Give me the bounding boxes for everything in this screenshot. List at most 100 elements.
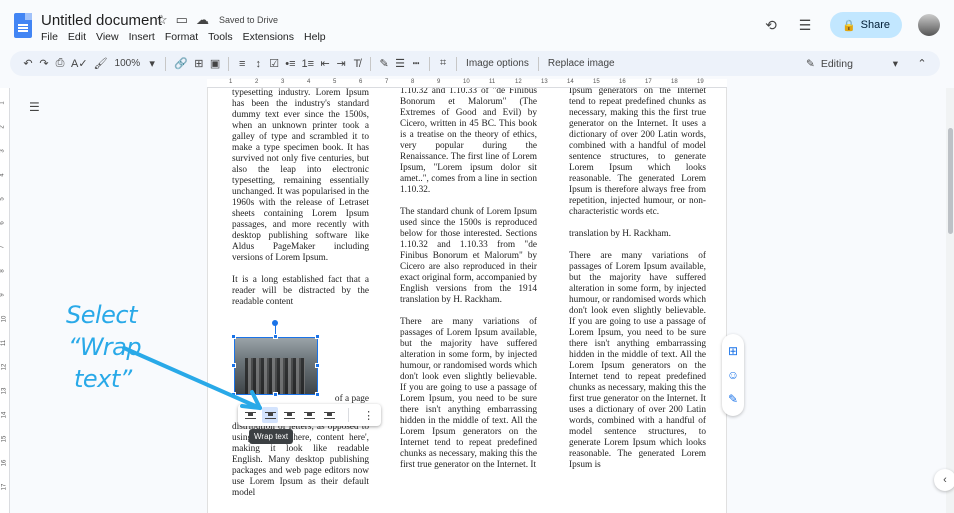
docs-logo-icon[interactable] <box>14 13 32 38</box>
add-comment-icon[interactable]: ⊞ <box>191 55 207 73</box>
ruler-number: 18 <box>671 79 678 85</box>
menu-view[interactable]: View <box>96 31 119 43</box>
pencil-icon: ✎ <box>806 57 815 70</box>
resize-handle[interactable] <box>273 392 278 397</box>
ruler-number: 11 <box>489 79 496 85</box>
menu-tools[interactable]: Tools <box>208 31 233 43</box>
ruler-number: 8 <box>0 269 6 273</box>
menu-edit[interactable]: Edit <box>68 31 86 43</box>
increase-indent-icon[interactable]: ⇥ <box>333 55 349 73</box>
ruler-number: 16 <box>1 459 8 467</box>
behind-text-icon[interactable] <box>301 407 318 423</box>
crop-icon[interactable]: ⌗ <box>435 55 451 73</box>
toolbar-divider <box>165 56 167 71</box>
resize-handle[interactable] <box>315 334 320 339</box>
bulleted-list-icon[interactable]: •≡ <box>282 55 298 73</box>
ruler-number: 16 <box>619 79 626 85</box>
document-title[interactable]: Untitled document <box>41 12 162 29</box>
ruler-number: 6 <box>0 221 6 225</box>
menu-format[interactable]: Format <box>165 31 198 43</box>
ruler-number: 15 <box>1 435 8 443</box>
toolbar-divider <box>370 56 372 71</box>
ruler-number: 12 <box>515 79 522 85</box>
ruler-number: 4 <box>307 79 311 85</box>
resize-handle[interactable] <box>315 392 320 397</box>
cloud-saved-icon[interactable]: ☁ <box>196 12 209 28</box>
resize-handle[interactable] <box>315 363 320 368</box>
chevron-left-icon[interactable]: ‹ <box>934 469 954 491</box>
paragraph[interactable]: typesetting industry. Lorem Ipsum has be… <box>232 88 369 264</box>
top-bar: Untitled document ☆ ▭ ☁ Saved to Drive F… <box>0 0 954 50</box>
break-text-icon[interactable] <box>281 407 298 423</box>
line-spacing-icon[interactable]: ↕ <box>250 55 266 73</box>
vertical-ruler[interactable]: 1 2 3 4 5 6 7 8 9 10 11 12 13 14 15 16 17 <box>0 88 10 513</box>
border-color-icon[interactable]: ✎ <box>376 55 392 73</box>
suggest-edits-icon[interactable]: ✎ <box>726 392 740 406</box>
checklist-icon[interactable]: ☑ <box>266 55 282 73</box>
move-folder-icon[interactable]: ▭ <box>176 12 188 28</box>
ruler-number: 19 <box>697 79 704 85</box>
avatar[interactable] <box>918 14 940 36</box>
resize-handle[interactable] <box>231 334 236 339</box>
ruler-number: 15 <box>593 79 600 85</box>
annotation-line: Select <box>66 301 138 329</box>
add-emoji-reaction-icon[interactable]: ☺ <box>726 368 740 382</box>
document-page[interactable]: typesetting industry. Lorem Ipsum has be… <box>207 88 727 513</box>
ruler-number: 14 <box>567 79 574 85</box>
menu-extensions[interactable]: Extensions <box>243 31 294 43</box>
spellcheck-icon[interactable]: A✓ <box>68 55 91 73</box>
zoom-select[interactable]: 100% <box>111 55 145 73</box>
ruler-number: 17 <box>1 483 8 491</box>
resize-handle[interactable] <box>273 334 278 339</box>
text-column-3[interactable]: Ipsum generators on the Internet tend to… <box>569 88 706 482</box>
paragraph[interactable]: The standard chunk of Lorem Ipsum used s… <box>400 207 537 306</box>
paragraph[interactable]: There are many variations of passages of… <box>569 251 706 471</box>
chevron-down-icon: ▾ <box>892 57 898 70</box>
print-icon[interactable]: ⎙ <box>52 55 68 73</box>
main-toolbar: ↶ ↷ ⎙ A✓ 🖌 100% ▾ 🔗 ⊞ ▣ ≡ ↕ ☑ •≡ 1≡ ⇤ ⇥ … <box>10 51 940 76</box>
paragraph[interactable]: There are many variations of passages of… <box>400 317 537 471</box>
menu-file[interactable]: File <box>41 31 58 43</box>
version-history-icon[interactable]: ⟲ <box>762 16 780 34</box>
image-options-button[interactable]: Image options <box>462 55 533 73</box>
menu-insert[interactable]: Insert <box>129 31 155 43</box>
add-comment-icon[interactable]: ⊞ <box>726 344 740 358</box>
scrollbar-thumb[interactable] <box>948 128 953 234</box>
menu-help[interactable]: Help <box>304 31 326 43</box>
replace-image-button[interactable]: Replace image <box>544 55 619 73</box>
align-icon[interactable]: ≡ <box>234 55 250 73</box>
editing-mode-select[interactable]: ✎ Editing ▾ <box>806 58 898 70</box>
border-dash-icon[interactable]: ┅ <box>408 55 424 73</box>
collapse-menus-icon[interactable]: ⌃ <box>914 55 930 73</box>
insert-image-icon[interactable]: ▣ <box>207 55 223 73</box>
numbered-list-icon[interactable]: 1≡ <box>299 55 318 73</box>
editing-mode-label: Editing <box>820 57 853 70</box>
redo-icon[interactable]: ↷ <box>36 55 52 73</box>
horizontal-ruler[interactable]: 1 2 3 4 5 6 7 8 9 10 11 12 13 14 15 16 17 18 19 <box>207 79 727 88</box>
paragraph[interactable]: 1.10.32 and 1.10.33 of "de Finibus Bonor… <box>400 88 537 196</box>
rotate-handle[interactable] <box>272 320 278 326</box>
star-icon[interactable]: ☆ <box>156 12 168 28</box>
ruler-number: 3 <box>0 149 6 153</box>
document-outline-icon[interactable]: ☰ <box>29 100 40 114</box>
clear-formatting-icon[interactable]: T̸ <box>349 55 365 73</box>
text-column-2[interactable]: 1.10.32 and 1.10.33 of "de Finibus Bonor… <box>400 88 537 482</box>
paint-format-icon[interactable]: 🖌 <box>91 55 111 73</box>
share-button[interactable]: 🔒 Share <box>830 12 902 38</box>
paragraph[interactable]: translation by H. Rackham. <box>569 229 706 240</box>
ruler-number: 12 <box>1 363 8 371</box>
share-label: Share <box>860 19 891 31</box>
chevron-down-icon[interactable]: ▾ <box>144 55 160 73</box>
text-column-1[interactable]: typesetting industry. Lorem Ipsum has be… <box>232 88 369 510</box>
more-options-icon[interactable]: ⋮ <box>360 407 377 423</box>
paragraph[interactable]: Ipsum generators on the Internet tend to… <box>569 88 706 218</box>
in-front-of-text-icon[interactable] <box>321 407 338 423</box>
paragraph[interactable]: It is a long established fact that a rea… <box>232 275 369 308</box>
toolbar-divider <box>537 56 539 71</box>
comments-icon[interactable]: ☰ <box>796 16 814 34</box>
decrease-indent-icon[interactable]: ⇤ <box>317 55 333 73</box>
title-actions: ☆ ▭ ☁ Saved to Drive <box>156 12 278 28</box>
border-weight-icon[interactable]: ☰ <box>392 55 408 73</box>
link-icon[interactable]: 🔗 <box>171 55 191 73</box>
undo-icon[interactable]: ↶ <box>20 55 36 73</box>
